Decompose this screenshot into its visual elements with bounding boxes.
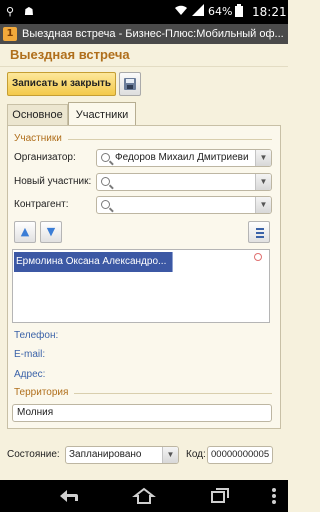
state-select[interactable]: Запланировано ▼ bbox=[65, 446, 179, 464]
column-divider bbox=[172, 252, 173, 272]
email-label: E-mail: bbox=[14, 349, 46, 360]
save-button[interactable] bbox=[119, 72, 141, 96]
menu-icon-bar bbox=[256, 236, 264, 238]
state-value: Запланировано bbox=[69, 449, 142, 460]
territory-group-line bbox=[74, 393, 272, 394]
floppy-disk-icon bbox=[124, 78, 136, 90]
page-title: Выездная встреча bbox=[10, 47, 130, 62]
window-title-bar: 1 Выездная встреча - Бизнес-Плюс:Мобильн… bbox=[0, 24, 288, 44]
navigation-bar bbox=[0, 480, 288, 512]
new-participant-label: Новый участник: bbox=[14, 176, 92, 187]
menu-icon-bar bbox=[256, 232, 264, 234]
battery-icon bbox=[235, 4, 243, 22]
territory-field[interactable]: Молния bbox=[12, 404, 272, 422]
tab-participants[interactable]: Участники bbox=[68, 102, 136, 126]
chevron-down-icon[interactable]: ▼ bbox=[255, 174, 271, 190]
code-label: Код: bbox=[186, 449, 206, 460]
window-title: Выездная встреча - Бизнес-Плюс:Мобильный… bbox=[22, 28, 284, 40]
organizer-label: Организатор: bbox=[14, 152, 76, 163]
app-icon: 1 bbox=[3, 27, 17, 41]
menu-icon bbox=[256, 228, 264, 230]
move-up-button[interactable]: ▲ bbox=[14, 221, 36, 243]
search-icon bbox=[101, 153, 110, 162]
state-label: Состояние: bbox=[7, 449, 60, 460]
counterparty-field[interactable]: ▼ bbox=[96, 196, 272, 214]
save-and-close-button[interactable]: Записать и закрыть bbox=[7, 72, 116, 96]
remove-icon[interactable] bbox=[254, 253, 262, 261]
organizer-value: Федоров Михаил Дмитриеви bbox=[115, 152, 249, 163]
wifi-icon bbox=[174, 4, 188, 21]
battery-percent: 64% bbox=[208, 5, 233, 18]
home-icon[interactable] bbox=[132, 486, 156, 506]
tab-main[interactable]: Основное bbox=[7, 104, 68, 126]
usb-icon: ⚲ bbox=[6, 5, 15, 18]
code-field[interactable]: 00000000005 bbox=[207, 446, 273, 464]
cellular-signal-icon bbox=[192, 4, 204, 21]
code-value: 00000000005 bbox=[211, 449, 270, 460]
clock: 18:21 bbox=[252, 5, 287, 19]
list-menu-button[interactable] bbox=[248, 221, 270, 243]
move-down-button[interactable]: ▼ bbox=[40, 221, 62, 243]
participants-list[interactable]: Ермолина Оксана Александро... bbox=[12, 249, 270, 323]
counterparty-label: Контрагент: bbox=[14, 199, 69, 210]
list-item[interactable]: Ермолина Оксана Александро... bbox=[14, 252, 172, 272]
organizer-field[interactable]: Федоров Михаил Дмитриеви ▼ bbox=[96, 149, 272, 167]
chevron-down-icon[interactable]: ▼ bbox=[162, 447, 178, 463]
search-icon bbox=[101, 177, 110, 186]
overflow-menu-icon[interactable] bbox=[262, 486, 286, 506]
chevron-down-icon[interactable]: ▼ bbox=[255, 197, 271, 213]
back-icon[interactable] bbox=[56, 486, 80, 506]
recent-apps-icon[interactable] bbox=[208, 486, 232, 506]
address-label: Адрес: bbox=[14, 369, 46, 380]
phone-label: Телефон: bbox=[14, 330, 59, 341]
participants-group-title: Участники bbox=[14, 133, 62, 144]
new-participant-field[interactable]: ▼ bbox=[96, 173, 272, 191]
participants-group-line bbox=[68, 139, 272, 140]
arrow-up-icon: ▲ bbox=[20, 225, 30, 238]
territory-group-title: Территория bbox=[14, 387, 69, 398]
android-icon: ☗ bbox=[24, 5, 34, 18]
arrow-down-icon: ▼ bbox=[46, 225, 56, 238]
search-icon bbox=[101, 200, 110, 209]
status-bar: ⚲ ☗ 64% 18:21 bbox=[0, 0, 288, 24]
chevron-down-icon[interactable]: ▼ bbox=[255, 150, 271, 166]
title-divider bbox=[0, 66, 288, 67]
